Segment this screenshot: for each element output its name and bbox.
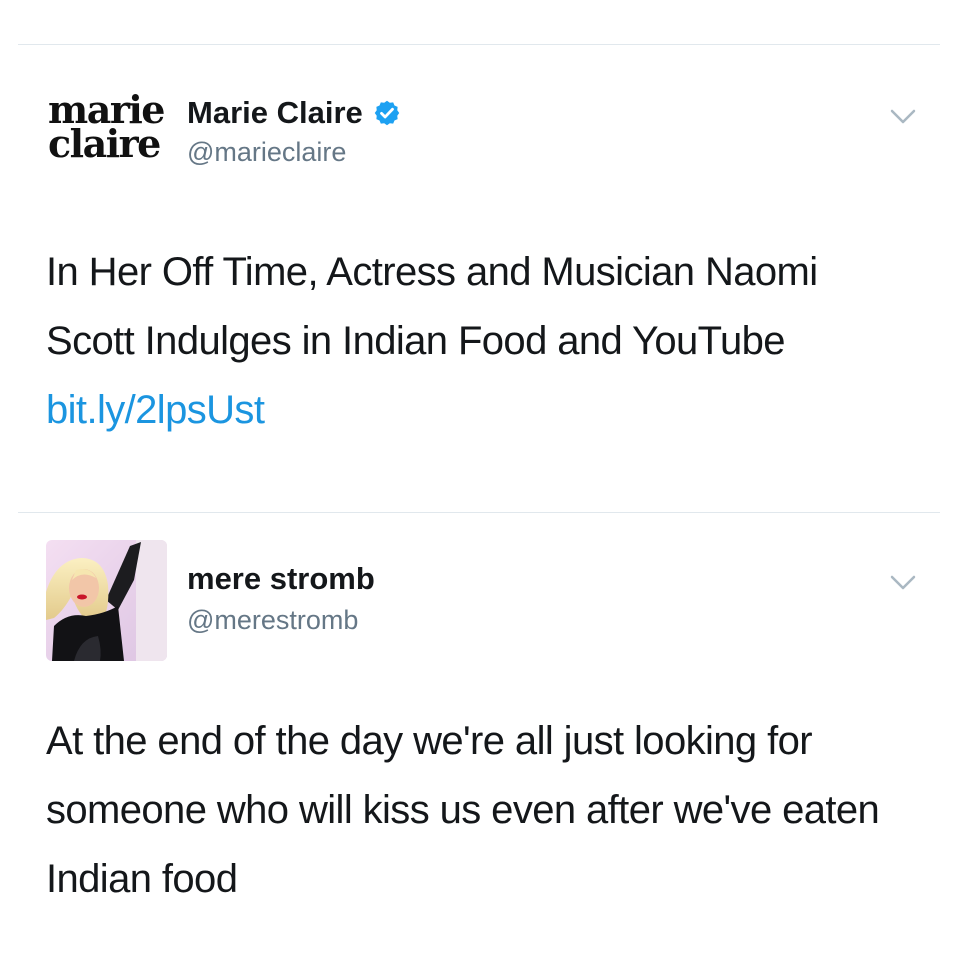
tweet-marieclaire[interactable]: marie claire Marie Claire @marieclaire I… <box>0 45 960 512</box>
avatar[interactable] <box>46 540 167 661</box>
marie-claire-logo[interactable]: marie claire <box>48 91 165 166</box>
display-name[interactable]: mere stromb <box>187 561 375 597</box>
display-name[interactable]: Marie Claire <box>187 95 363 131</box>
author-handle[interactable]: @merestromb <box>187 605 358 636</box>
tweet-text: In Her Off Time, Actress and Musician Na… <box>46 238 906 445</box>
chevron-down-icon[interactable] <box>890 109 916 125</box>
logo-line-2: claire <box>48 121 161 166</box>
author-handle[interactable]: @marieclaire <box>187 137 346 168</box>
author-name[interactable]: mere stromb <box>187 561 375 597</box>
tweet-merestromb[interactable]: mere stromb @merestromb At the end of th… <box>0 513 960 960</box>
verified-badge-icon <box>374 100 400 126</box>
tweet-text: At the end of the day we're all just loo… <box>46 707 906 914</box>
tweet-body: In Her Off Time, Actress and Musician Na… <box>46 250 818 363</box>
chevron-down-icon[interactable] <box>890 575 916 591</box>
avatar-photo <box>46 540 167 661</box>
tweet-link[interactable]: bit.ly/2lpsUst <box>46 388 265 432</box>
author-name[interactable]: Marie Claire <box>187 95 401 131</box>
tweet-body: At the end of the day we're all just loo… <box>46 719 880 901</box>
